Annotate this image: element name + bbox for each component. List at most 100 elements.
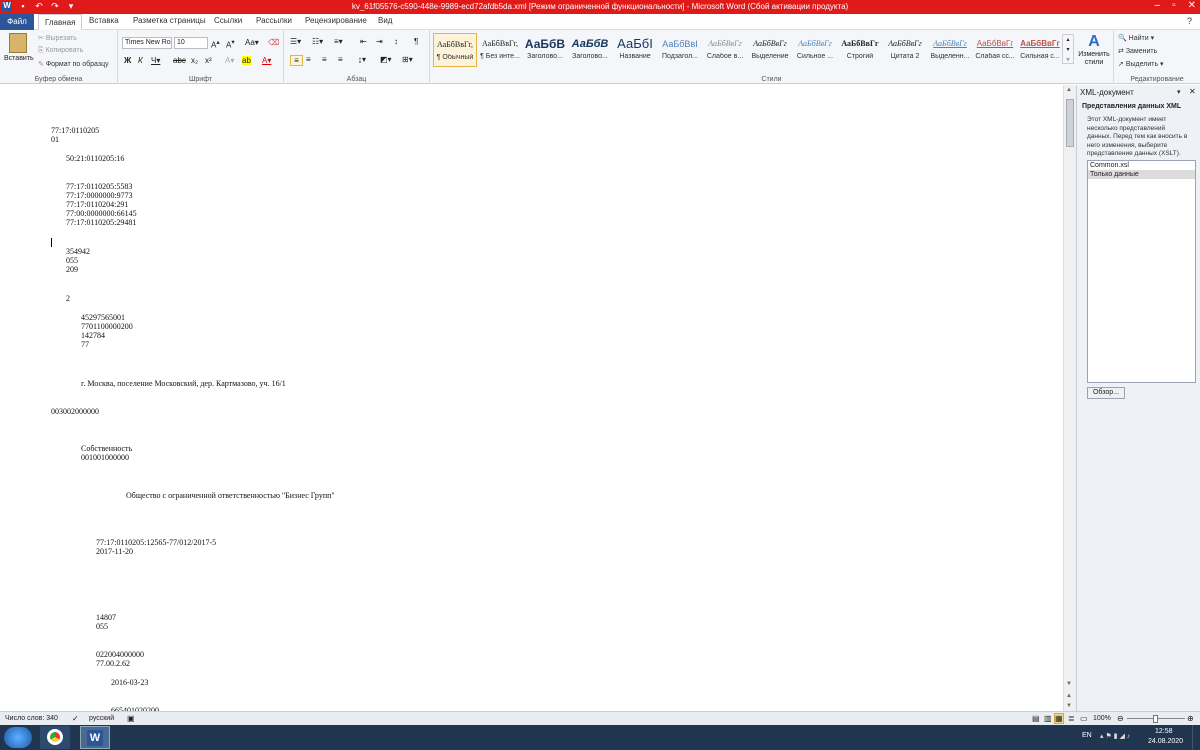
replace-button[interactable]: ⇄ Заменить (1118, 47, 1157, 55)
line-spacing-icon[interactable]: ↨▾ (358, 55, 366, 64)
sort-icon[interactable]: ↕ (394, 37, 398, 46)
macro-record-icon[interactable]: ▣ (127, 714, 135, 723)
increase-indent-icon[interactable]: ⇥ (376, 37, 383, 46)
tab-page-layout[interactable]: Разметка страницы (133, 16, 206, 25)
tab-view[interactable]: Вид (378, 16, 392, 25)
style-item[interactable]: АаБбВвГг Строгий (838, 33, 882, 67)
tray-icons[interactable]: ▴ ⚑ ▮ ◢ ♪ (1100, 732, 1130, 740)
clear-format-icon[interactable]: ⌫ (268, 38, 279, 47)
view-web-layout-icon[interactable]: ▦ (1054, 713, 1064, 724)
minimize-icon[interactable]: – (1155, 0, 1161, 11)
change-styles-button[interactable]: A Изменить стили (1076, 33, 1112, 67)
document-line: 003002000000 (51, 407, 99, 416)
scroll-down-icon[interactable]: ▼ (1066, 681, 1072, 687)
taskbar-chrome[interactable] (40, 726, 70, 749)
justify-icon[interactable]: ≡ (338, 55, 343, 64)
text-effects-icon[interactable]: A▾ (225, 56, 234, 65)
task-pane-menu-icon[interactable]: ▾ (1177, 88, 1181, 96)
view-outline-icon[interactable]: ≣ (1068, 714, 1075, 723)
borders-icon[interactable]: ⊞▾ (402, 55, 413, 64)
style-item[interactable]: АаБбВвГг, ¶ Без инте... (478, 33, 522, 67)
numbering-icon[interactable]: ☷▾ (312, 37, 323, 46)
copy-button[interactable]: ⎘ Копировать (38, 47, 83, 55)
tab-review[interactable]: Рецензирование (305, 16, 367, 25)
vertical-scrollbar[interactable]: ▲ ▼ ▲ ▼ (1063, 85, 1076, 711)
help-icon[interactable]: ? (1187, 16, 1192, 26)
style-item[interactable]: АаБбВвГг Слабая сс... (973, 33, 1017, 67)
style-item[interactable]: АаБбВвI Подзагол... (658, 33, 702, 67)
scroll-thumb[interactable] (1066, 99, 1074, 147)
change-case-icon[interactable]: Aa▾ (245, 38, 259, 47)
format-painter-button[interactable]: ✎ Формат по образцу (38, 60, 109, 68)
highlight-icon[interactable]: ab (242, 56, 251, 65)
strikethrough-icon[interactable]: abc (173, 56, 186, 65)
paste-button[interactable]: Вставить (4, 33, 34, 62)
prev-page-icon[interactable]: ▲ (1066, 693, 1072, 699)
style-name: Сильное ... (796, 53, 834, 60)
bold-icon[interactable]: Ж (124, 56, 131, 65)
style-item[interactable]: АаБбВвГг Цитата 2 (883, 33, 927, 67)
xslt-option-selected[interactable]: Только данные (1088, 170, 1195, 179)
italic-icon[interactable]: К (138, 56, 143, 65)
cut-button[interactable]: ✂ Вырезать (38, 34, 77, 42)
close-icon[interactable]: ✕ (1188, 0, 1196, 11)
zoom-in-icon[interactable]: ⊕ (1187, 714, 1194, 723)
find-button[interactable]: 🔍 Найти ▾ (1118, 34, 1154, 42)
grow-font-icon[interactable]: A▴ (211, 38, 220, 50)
style-item[interactable]: АаБбВвГг, ¶ Обычный (433, 33, 477, 67)
align-left-icon[interactable]: ≡ (290, 55, 303, 66)
zoom-out-icon[interactable]: ⊖ (1117, 714, 1124, 723)
tab-mailings[interactable]: Рассылки (256, 16, 292, 25)
tab-references[interactable]: Ссылки (214, 16, 242, 25)
style-item[interactable]: АаБбВвГг Сильное ... (793, 33, 837, 67)
style-item[interactable]: АаБбВ Заголово... (568, 33, 612, 67)
styles-scroll[interactable]: ▴ ▾ ▿ (1062, 34, 1074, 64)
zoom-slider-thumb[interactable] (1153, 715, 1158, 723)
proofing-icon[interactable]: ✓ (72, 714, 79, 723)
subscript-icon[interactable]: x₂ (191, 56, 198, 65)
shading-icon[interactable]: ◩▾ (380, 55, 392, 64)
language-indicator[interactable]: русский (89, 715, 114, 722)
view-draft-icon[interactable]: ▭ (1080, 714, 1088, 723)
shrink-font-icon[interactable]: A▾ (226, 38, 235, 50)
superscript-icon[interactable]: x² (205, 56, 212, 65)
document-area[interactable]: 77:17:0110205 01 50:21:0110205:16 77:17:011… (0, 85, 1063, 711)
word-count[interactable]: Число слов: 340 (5, 715, 58, 722)
taskbar-word[interactable]: W (80, 726, 110, 749)
font-size-combo[interactable]: 10 (174, 37, 208, 49)
style-preview: АаБбВвГг (1020, 39, 1060, 48)
style-item[interactable]: АаБбВвГг Сильная с... (1018, 33, 1062, 67)
view-print-layout-icon[interactable]: ▤ (1032, 714, 1040, 723)
select-button[interactable]: ➚ Выделить ▾ (1118, 60, 1164, 68)
task-pane-close-icon[interactable]: ✕ (1189, 87, 1196, 96)
style-item[interactable]: АаБбВвГг Выделение (748, 33, 792, 67)
clock[interactable]: 12:58 (1155, 728, 1173, 735)
tab-home[interactable]: Главная (38, 14, 83, 31)
bullets-icon[interactable]: ☰▾ (290, 37, 301, 46)
font-color-icon[interactable]: A▾ (262, 56, 271, 65)
maximize-icon[interactable]: ▫ (1172, 0, 1176, 11)
style-item[interactable]: АаБбI Название (613, 33, 657, 67)
decrease-indent-icon[interactable]: ⇤ (360, 37, 367, 46)
next-page-icon[interactable]: ▼ (1066, 703, 1072, 709)
style-item[interactable]: АаБбВ Заголово... (523, 33, 567, 67)
align-right-icon[interactable]: ≡ (322, 55, 327, 64)
zoom-level[interactable]: 100% (1093, 715, 1111, 722)
align-center-icon[interactable]: ≡ (306, 55, 311, 64)
tab-file[interactable]: Файл (0, 14, 34, 30)
view-reading-icon[interactable]: ▥ (1044, 714, 1052, 723)
style-item[interactable]: АаБбВвГг Слабое в... (703, 33, 747, 67)
underline-icon[interactable]: Ч▾ (151, 56, 160, 65)
xslt-option[interactable]: Common.xsl (1088, 161, 1195, 170)
show-marks-icon[interactable]: ¶ (414, 37, 418, 46)
style-item[interactable]: АаБбВвГг Выделенн... (928, 33, 972, 67)
tab-insert[interactable]: Вставка (89, 16, 119, 25)
show-desktop-button[interactable] (1192, 725, 1200, 750)
browse-button[interactable]: Обзор... (1087, 387, 1125, 399)
scroll-up-icon[interactable]: ▲ (1066, 87, 1072, 93)
input-language[interactable]: EN (1082, 732, 1092, 739)
font-name-combo[interactable]: Times New Roman (122, 37, 172, 49)
start-button-icon[interactable] (4, 727, 32, 748)
multilevel-list-icon[interactable]: ≡▾ (334, 37, 343, 46)
xslt-list[interactable]: Common.xsl Только данные (1087, 160, 1196, 383)
